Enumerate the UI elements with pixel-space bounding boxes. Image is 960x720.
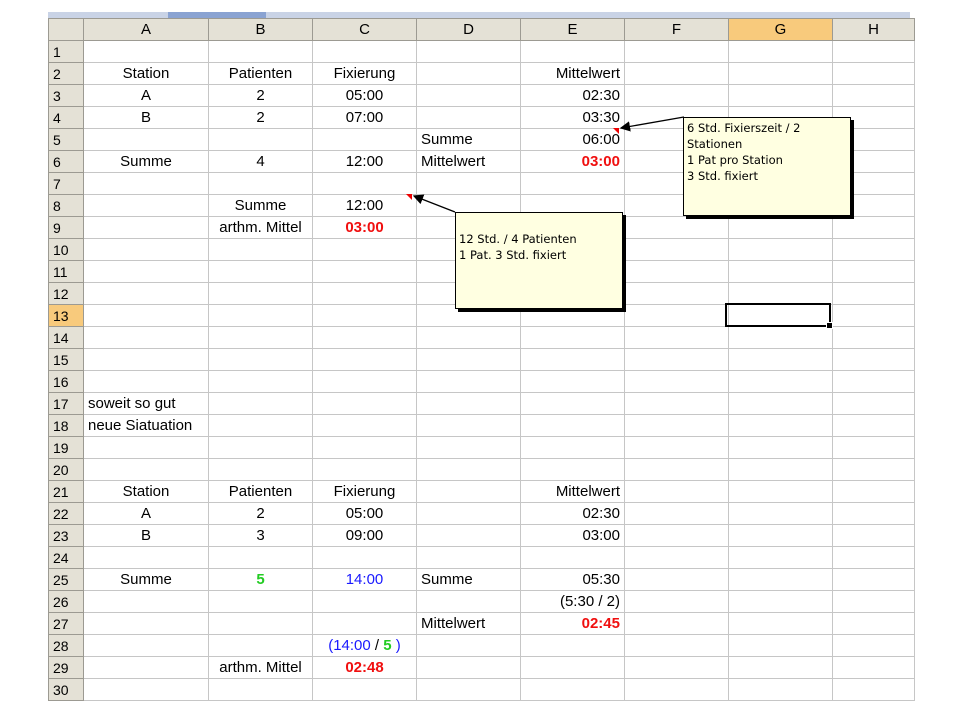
comment-indicator (613, 128, 619, 134)
comment-indicator (406, 194, 412, 200)
comment-arrow (412, 194, 456, 213)
comment-arrow (619, 116, 685, 132)
fill-handle[interactable] (826, 322, 833, 329)
spreadsheet: A B C D E F G H 1 2 Station Patienten Fixier… (0, 0, 960, 720)
comment-arrows (412, 116, 685, 213)
active-cell-g13[interactable] (725, 303, 833, 329)
